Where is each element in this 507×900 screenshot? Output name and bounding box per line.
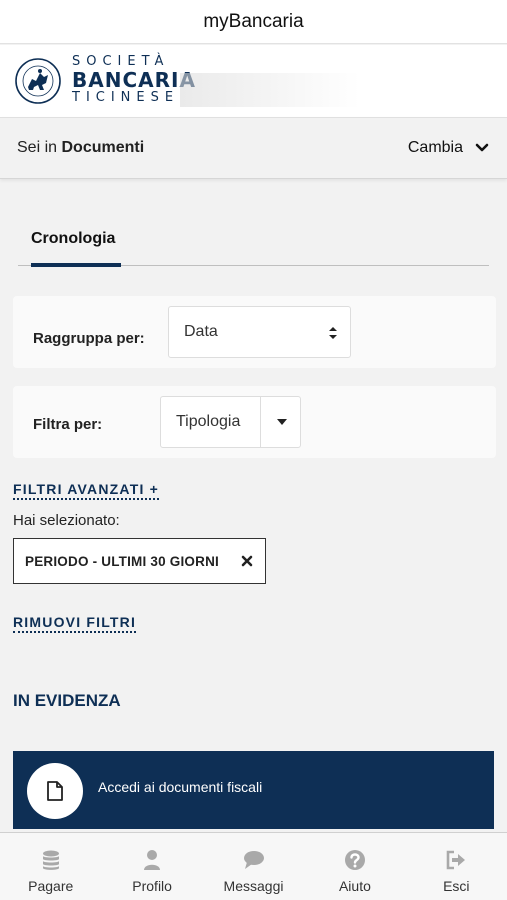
nav-item-messaggi[interactable]: Messaggi [203,833,304,900]
active-tab-indicator [31,263,121,267]
nav-label-esci: Esci [443,878,470,894]
current-section: Sei in Documenti [17,139,144,157]
nav-item-aiuto[interactable]: Aiuto [304,833,405,900]
bank-seal-logo-icon [15,58,61,104]
group-by-value: Data [184,323,218,340]
filter-chip: PERIODO - ULTIMI 30 GIORNI [13,538,266,584]
change-section-button[interactable]: Cambia [408,139,489,157]
current-section-name: Documenti [61,139,145,156]
remove-filters-link[interactable]: RIMUOVI FILTRI [13,614,137,633]
nav-item-profilo[interactable]: Profilo [101,833,202,900]
brand-line-1: SOCIETÀ [72,54,170,69]
app-title: myBancaria [203,10,304,32]
brand-decoration [180,73,360,107]
banner-text: Accedi ai documenti fiscali [98,779,263,795]
app-title-bar: myBancaria [0,0,507,44]
help-icon [344,850,365,870]
nav-item-esci[interactable]: Esci [406,833,507,900]
close-icon[interactable] [240,554,254,568]
nav-label-messaggi: Messaggi [223,878,284,894]
group-by-select[interactable]: Data [168,306,351,358]
filter-by-value: Tipologia [176,413,241,430]
caret-down-icon [277,419,287,425]
highlights-title: IN EVIDENZA [13,691,121,710]
chevron-down-icon [475,143,489,152]
sort-arrows-icon [329,327,337,339]
brand-wordmark: SOCIETÀ BANCARIA TICINESE [72,55,196,105]
section-bar: Sei in Documenti Cambia [0,117,507,179]
filter-by-select[interactable]: Tipologia [160,396,301,448]
advanced-filters-link[interactable]: FILTRI AVANZATI + [13,481,159,500]
filter-chip-text: PERIODO - ULTIMI 30 GIORNI [25,553,219,569]
change-section-label: Cambia [407,139,463,156]
user-icon [144,850,161,870]
filter-by-card: Filtra per: Tipologia [13,386,496,458]
current-section-prefix: Sei in [17,139,58,156]
nav-label-pagare: Pagare [28,878,74,894]
filter-by-label: Filtra per: [33,416,103,433]
chat-icon [243,851,264,869]
select-divider [260,397,261,447]
tab-bar: Cronologia [18,222,489,267]
tab-cronologia[interactable]: Cronologia [31,230,115,248]
banner-icon-circle [27,763,83,819]
brand-header: SOCIETÀ BANCARIA TICINESE [0,45,507,117]
logout-icon [447,850,466,870]
fiscal-documents-banner[interactable]: Accedi ai documenti fiscali [13,751,494,829]
document-icon [47,781,63,801]
group-by-card: Raggruppa per: Data [13,296,496,368]
group-by-label: Raggruppa per: [33,330,145,347]
nav-item-pagare[interactable]: Pagare [0,833,101,900]
brand-line-3: TICINESE [72,90,180,105]
nav-label-aiuto: Aiuto [338,878,371,894]
nav-label-profilo: Profilo [132,878,172,894]
coins-icon [42,850,59,870]
selected-filters-label: Hai selezionato: [13,512,120,529]
bottom-navigation: Pagare Profilo Messaggi Aiuto Esci [0,832,507,900]
brand-line-2: BANCARIA [72,68,196,92]
